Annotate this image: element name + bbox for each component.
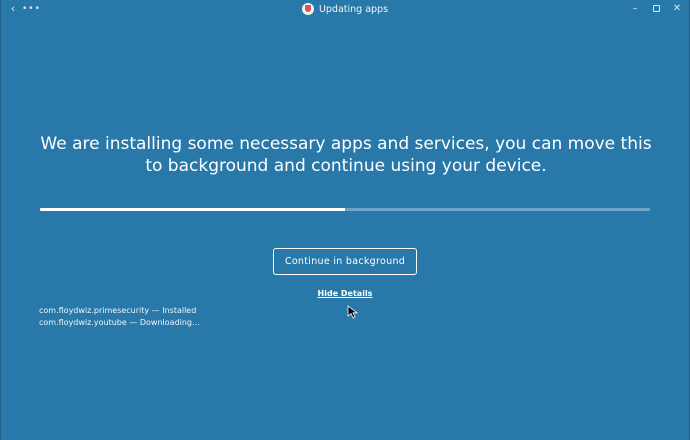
details-item: com.floydwiz.primesecurity — Installed [39, 306, 197, 315]
mouse-cursor-icon [347, 305, 359, 319]
install-message: We are installing some necessary apps an… [40, 134, 652, 176]
details-list: com.floydwiz.primesecurity — Installed c… [39, 305, 339, 329]
title-bar: ‹ ••• Updating apps – ✕ [1, 0, 689, 18]
minimize-icon[interactable]: – [628, 2, 642, 16]
download-app-icon [301, 3, 314, 15]
updating-apps-window: ‹ ••• Updating apps – ✕ We are installin… [0, 0, 690, 440]
window-title: Updating apps [318, 3, 389, 15]
continue-in-background-button[interactable]: Continue in background [273, 248, 417, 275]
install-progress-bar [40, 208, 650, 211]
details-item: com.floydwiz.youtube — Downloading... [39, 318, 200, 327]
title-group: Updating apps [1, 0, 689, 18]
install-progress-fill [40, 208, 345, 211]
hide-details-link[interactable]: Hide Details [301, 289, 389, 298]
close-icon[interactable]: ✕ [670, 2, 684, 16]
maximize-icon[interactable] [649, 2, 663, 16]
